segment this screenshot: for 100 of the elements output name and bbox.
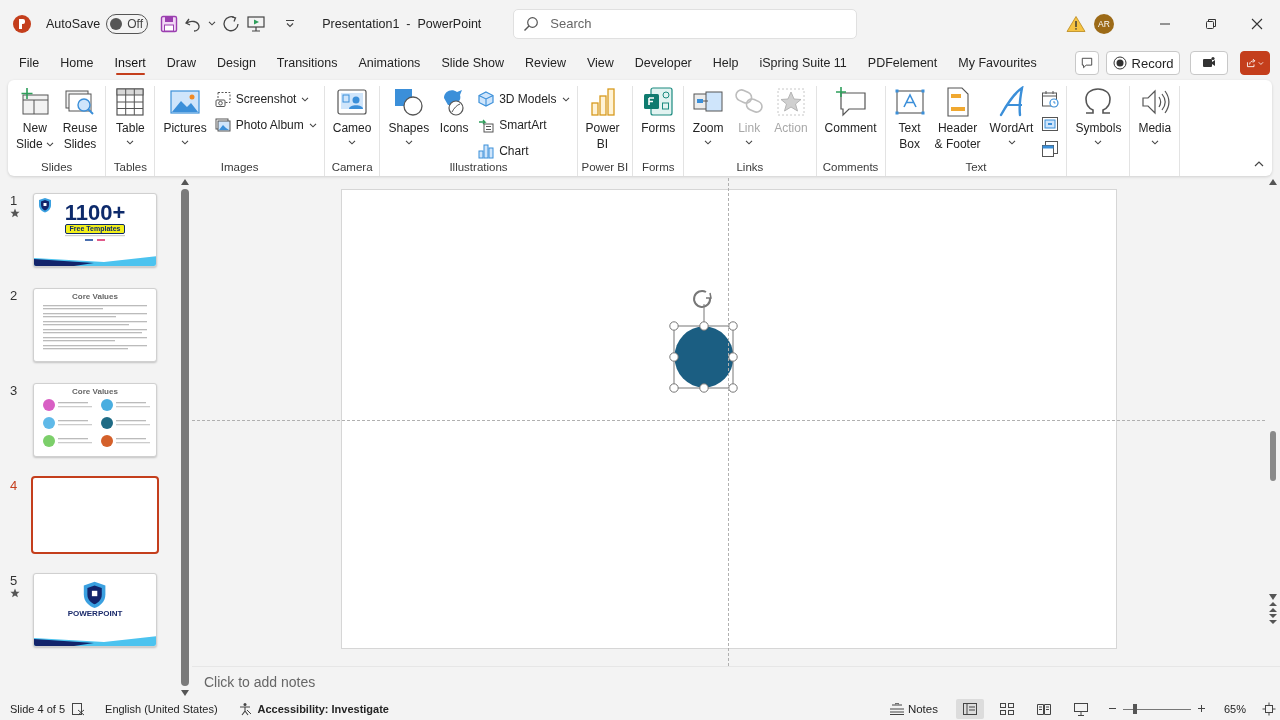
- ribbon-tab[interactable]: Insert: [105, 50, 155, 76]
- ribbon-button[interactable]: Power BI: [581, 86, 624, 152]
- ribbon-tab[interactable]: PDFelement: [858, 50, 947, 76]
- notes-field[interactable]: Click to add notes: [204, 672, 344, 692]
- warning-icon[interactable]: [1066, 14, 1086, 33]
- scrollbar-thumb[interactable]: [1269, 431, 1276, 481]
- ribbon-tab[interactable]: Design: [207, 50, 265, 76]
- ribbon-button[interactable]: WordArt: [985, 86, 1038, 145]
- caret-icon: [1094, 140, 1103, 145]
- slider-thumb[interactable]: [1132, 703, 1137, 714]
- ribbon-tab[interactable]: iSpring Suite 11: [750, 50, 856, 76]
- zoom-level[interactable]: 65%: [1223, 702, 1246, 715]
- group-label: Images: [219, 160, 260, 175]
- slide-title: Core Values: [72, 292, 118, 301]
- collapse-ribbon-icon[interactable]: [1254, 161, 1264, 167]
- accessibility-icon[interactable]: [237, 701, 252, 716]
- ribbon-tab[interactable]: File: [10, 50, 49, 76]
- group-label: Links: [735, 160, 765, 175]
- ribbon-tab[interactable]: Slide Show: [432, 50, 513, 76]
- ribbon-button[interactable]: Photo Album: [211, 112, 320, 138]
- ribbon-button[interactable]: Symbols: [1071, 86, 1126, 145]
- scrollbar-thumb[interactable]: [181, 189, 189, 686]
- ribbon-button[interactable]: Table: [110, 86, 151, 145]
- ribbon-button[interactable]: SmartArt: [475, 112, 573, 138]
- slide-thumbnail[interactable]: Core Values: [33, 383, 157, 457]
- ribbon-button[interactable]: Header & Footer: [930, 86, 985, 152]
- ellipse-shape[interactable]: [673, 326, 734, 388]
- caret-icon: [348, 140, 357, 145]
- slide-caption-lines: [65, 234, 125, 242]
- slide-thumbnail[interactable]: POWERPOINT: [33, 573, 157, 647]
- shapes-icon: [392, 86, 425, 118]
- notes-button[interactable]: Notes: [888, 702, 938, 715]
- group-label: Text: [964, 160, 988, 175]
- ribbon-button[interactable]: New Slide: [12, 86, 58, 152]
- scroll-up-icon[interactable]: [1267, 178, 1278, 186]
- ribbon-button[interactable]: Icons: [434, 86, 475, 136]
- ribbon-tab[interactable]: Home: [51, 50, 103, 76]
- ribbon-button[interactable]: Pictures: [159, 86, 211, 145]
- form-icon: [642, 86, 675, 118]
- close-icon[interactable]: [1251, 17, 1263, 30]
- slide-title: Core Values: [72, 387, 118, 396]
- search-field[interactable]: Search: [513, 8, 858, 39]
- account-avatar[interactable]: AR: [1094, 13, 1114, 34]
- ribbon-tab[interactable]: Draw: [157, 50, 205, 76]
- ribbon-tab[interactable]: Help: [703, 50, 748, 76]
- group-label: Comments: [821, 160, 880, 175]
- object-icon[interactable]: [1041, 139, 1060, 158]
- share-button[interactable]: [1240, 51, 1270, 75]
- restore-icon[interactable]: [1205, 17, 1217, 30]
- language-label[interactable]: English (United States): [105, 702, 218, 715]
- ribbon-button[interactable]: Shapes: [384, 86, 434, 145]
- meeting-button[interactable]: [1190, 51, 1228, 75]
- view-button[interactable]: [955, 698, 984, 719]
- slide-number-icon[interactable]: [1041, 114, 1060, 133]
- slide-position: Slide 4 of 5: [10, 702, 66, 715]
- ribbon-tab[interactable]: Developer: [625, 50, 701, 76]
- presentation-icon[interactable]: [246, 14, 267, 33]
- ribbon-button[interactable]: Forms: [637, 86, 680, 136]
- plus-icon[interactable]: [1196, 704, 1206, 713]
- zoom-slider[interactable]: [1122, 702, 1191, 715]
- accessibility-status[interactable]: Accessibility: Investigate: [257, 702, 389, 715]
- caret-icon: [1007, 140, 1016, 145]
- ribbon-tab[interactable]: My Favourites: [949, 50, 1046, 76]
- slide-number: 1: [10, 193, 18, 208]
- app-logo-icon: [12, 13, 32, 34]
- shield-logo: [38, 197, 52, 213]
- ribbon-button[interactable]: Zoom: [688, 86, 729, 145]
- slide-thumbnail[interactable]: [31, 476, 159, 554]
- spelling-icon[interactable]: [71, 701, 86, 716]
- scroll-down-icon[interactable]: [180, 689, 190, 697]
- fit-to-window-icon[interactable]: [1262, 701, 1276, 716]
- ribbon-tab[interactable]: Animations: [349, 50, 430, 76]
- caret-icon: [45, 142, 54, 148]
- ribbon-button[interactable]: Comment: [820, 86, 881, 136]
- record-button[interactable]: Record: [1106, 51, 1180, 75]
- slide-thumbnail[interactable]: Core Values: [33, 288, 157, 362]
- comments-button[interactable]: [1075, 51, 1099, 75]
- ribbon-tab[interactable]: View: [577, 50, 623, 76]
- ribbon-button[interactable]: 3D Models: [475, 86, 573, 112]
- ribbon-tab[interactable]: Transitions: [267, 50, 347, 76]
- customize-icon[interactable]: [284, 18, 297, 29]
- slide-logo-text: POWERPOINT: [67, 608, 123, 618]
- redo-icon[interactable]: [222, 14, 241, 33]
- slide-number: 4: [10, 478, 18, 493]
- ribbon-button[interactable]: Reuse Slides: [58, 86, 102, 152]
- caret-icon: [404, 140, 413, 145]
- ribbon-button[interactable]: Cameo: [328, 86, 376, 145]
- scroll-down-icon[interactable]: [1267, 593, 1278, 601]
- next-slide-icon[interactable]: [1267, 613, 1278, 625]
- ribbon-button[interactable]: Screenshot: [211, 86, 320, 112]
- ribbon-tab[interactable]: Review: [515, 50, 575, 76]
- calendar-clock-icon[interactable]: [1041, 89, 1060, 108]
- ribbon-button[interactable]: Media: [1134, 86, 1176, 145]
- camera-frame-icon: [336, 86, 369, 118]
- save-icon[interactable]: [160, 14, 179, 33]
- normal-view-icon: [961, 701, 978, 716]
- comment-plus-icon: [834, 86, 867, 118]
- reading-view-icon: [1035, 701, 1052, 716]
- scroll-up-icon[interactable]: [180, 178, 190, 186]
- ribbon-button[interactable]: Text Box: [889, 86, 930, 152]
